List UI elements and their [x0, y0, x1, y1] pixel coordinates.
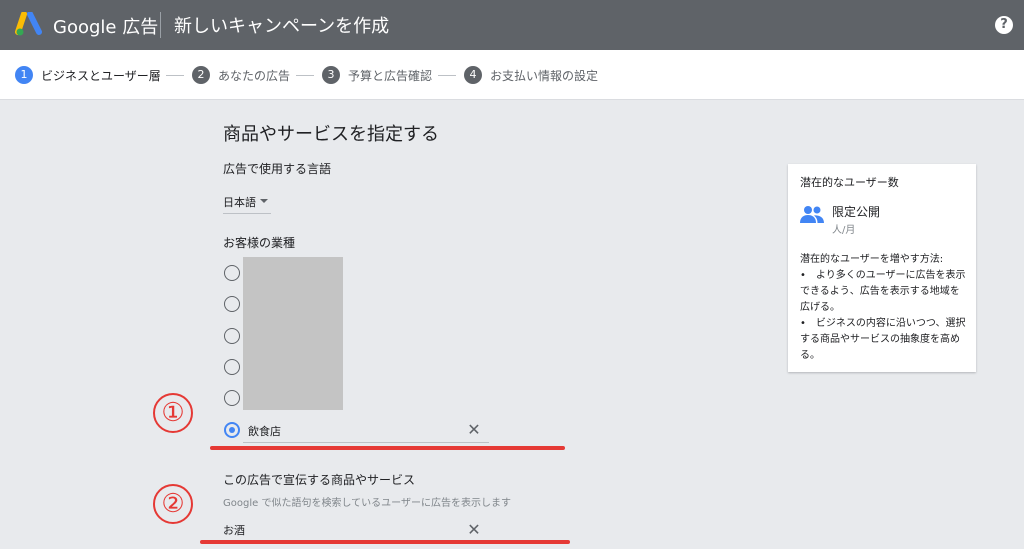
clear-business-type-icon[interactable]: ✕: [467, 422, 481, 438]
header-divider: [160, 12, 161, 38]
annotation-underline-1: [210, 446, 565, 450]
audience-size-unit: 人/月: [832, 225, 856, 236]
language-select-value: 日本語: [223, 196, 256, 209]
annotation-marker-2: ②: [153, 484, 193, 524]
step-connector: [438, 75, 456, 76]
dropdown-arrow-icon: [260, 199, 268, 203]
step-2-number[interactable]: 2: [192, 66, 210, 84]
step-4-label[interactable]: お支払い情報の設定: [490, 67, 598, 84]
page-title: 新しいキャンペーンを作成: [174, 16, 390, 37]
top-bar: Google 広告 新しいキャンペーンを作成 ?: [0, 0, 1024, 50]
audience-tip-item: • ビジネスの内容に沿いつつ、選択する商品やサービスの抽象度を高める。: [800, 318, 966, 361]
audience-tips-heading: 潜在的なユーザーを増やす方法:: [800, 254, 944, 265]
business-type-radio-selected[interactable]: [224, 422, 240, 438]
step-4-number[interactable]: 4: [464, 66, 482, 84]
annotation-underline-2: [200, 540, 570, 544]
business-type-input-underline: [243, 442, 489, 443]
language-label: 広告で使用する言語: [223, 162, 332, 176]
products-label: この広告で宣伝する商品やサービス: [223, 473, 416, 487]
step-connector: [166, 75, 184, 76]
step-2-label[interactable]: あなたの広告: [218, 67, 290, 84]
business-type-radio[interactable]: [224, 265, 240, 281]
google-ads-logo-icon: [15, 12, 42, 36]
people-icon: [800, 206, 824, 223]
campaign-stepper: 1 ビジネスとユーザー層 2 あなたの広告 3 予算と広告確認 4 お支払い情報…: [0, 50, 1024, 100]
products-hint: Google で似た語句を検索しているユーザーに広告を表示します: [223, 498, 511, 509]
audience-card-title: 潜在的なユーザー数: [800, 176, 899, 189]
business-type-radio[interactable]: [224, 296, 240, 312]
business-type-radio[interactable]: [224, 328, 240, 344]
business-type-radio[interactable]: [224, 359, 240, 375]
step-1-number[interactable]: 1: [15, 66, 33, 84]
audience-tip-item: • より多くのユーザーに広告を表示できるよう、広告を表示する地域を広げる。: [800, 270, 966, 313]
brand-name: Google 広告: [53, 17, 159, 38]
step-connector: [296, 75, 314, 76]
audience-size-value: 限定公開: [832, 205, 881, 219]
business-type-label: お客様の業種: [223, 236, 296, 250]
products-input[interactable]: お酒: [223, 522, 245, 538]
redacted-options-block: [243, 257, 343, 410]
step-3-number[interactable]: 3: [322, 66, 340, 84]
language-select[interactable]: 日本語: [223, 192, 271, 214]
business-type-radio[interactable]: [224, 390, 240, 406]
annotation-marker-1: ①: [153, 393, 193, 433]
step-3-label[interactable]: 予算と広告確認: [348, 67, 432, 84]
help-icon[interactable]: ?: [995, 16, 1013, 34]
business-type-input[interactable]: 飲食店: [248, 423, 281, 439]
step-1-label[interactable]: ビジネスとユーザー層: [41, 67, 161, 84]
section-title: 商品やサービスを指定する: [223, 124, 439, 145]
clear-product-icon[interactable]: ✕: [467, 522, 481, 538]
audience-size-card: 潜在的なユーザー数 限定公開 人/月 潜在的なユーザーを増やす方法: • より多…: [788, 164, 976, 372]
